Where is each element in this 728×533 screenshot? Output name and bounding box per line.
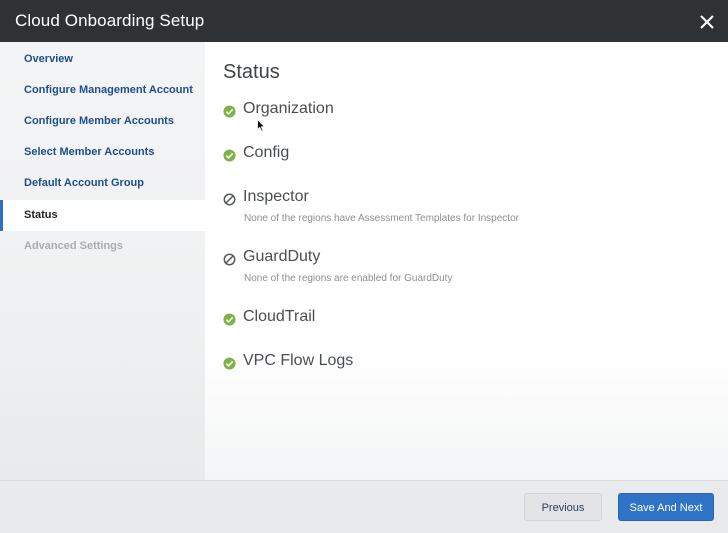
previous-button[interactable]: Previous (524, 493, 602, 521)
dialog-footer: Previous Save And Next (0, 480, 728, 533)
mouse-cursor-icon (257, 119, 265, 132)
status-label: CloudTrail (243, 308, 316, 325)
status-label: Config (243, 144, 290, 161)
sidebar-item-configure-member-accounts[interactable]: Configure Member Accounts (0, 106, 205, 137)
dialog-title: Cloud Onboarding Setup (15, 11, 205, 30)
status-note: None of the regions are enabled for Guar… (244, 273, 453, 284)
sidebar-item-status[interactable]: Status (0, 200, 205, 231)
status-label: VPC Flow Logs (243, 352, 354, 369)
status-label: Inspector (243, 188, 309, 205)
check-circle-icon (223, 105, 236, 118)
sidebar-item-select-member-accounts[interactable]: Select Member Accounts (0, 137, 205, 168)
sidebar-item-overview[interactable]: Overview (0, 44, 205, 75)
sidebar-item-configure-management-account[interactable]: Configure Management Account (0, 75, 205, 106)
check-circle-icon (223, 313, 236, 326)
status-note: None of the regions have Assessment Temp… (244, 213, 519, 224)
dialog-titlebar: Cloud Onboarding Setup (0, 0, 728, 42)
save-and-next-button[interactable]: Save And Next (618, 493, 714, 521)
disabled-circle-icon (223, 193, 236, 206)
check-circle-icon (223, 149, 236, 162)
cloud-onboarding-dialog: Cloud Onboarding Setup Overview Configur… (0, 0, 728, 533)
sidebar-item-advanced-settings: Advanced Settings (24, 240, 124, 252)
check-circle-icon (223, 357, 236, 370)
disabled-circle-icon (223, 253, 236, 266)
sidebar-item-default-account-group[interactable]: Default Account Group (0, 168, 205, 199)
wizard-sidebar: Overview Configure Management Account Co… (0, 42, 205, 480)
page-title: Status (223, 61, 280, 83)
status-panel: Status Organization Config Inspector Non… (205, 42, 728, 480)
status-label: GuardDuty (243, 248, 321, 265)
close-icon[interactable] (698, 13, 716, 31)
status-label: Organization (243, 100, 334, 117)
